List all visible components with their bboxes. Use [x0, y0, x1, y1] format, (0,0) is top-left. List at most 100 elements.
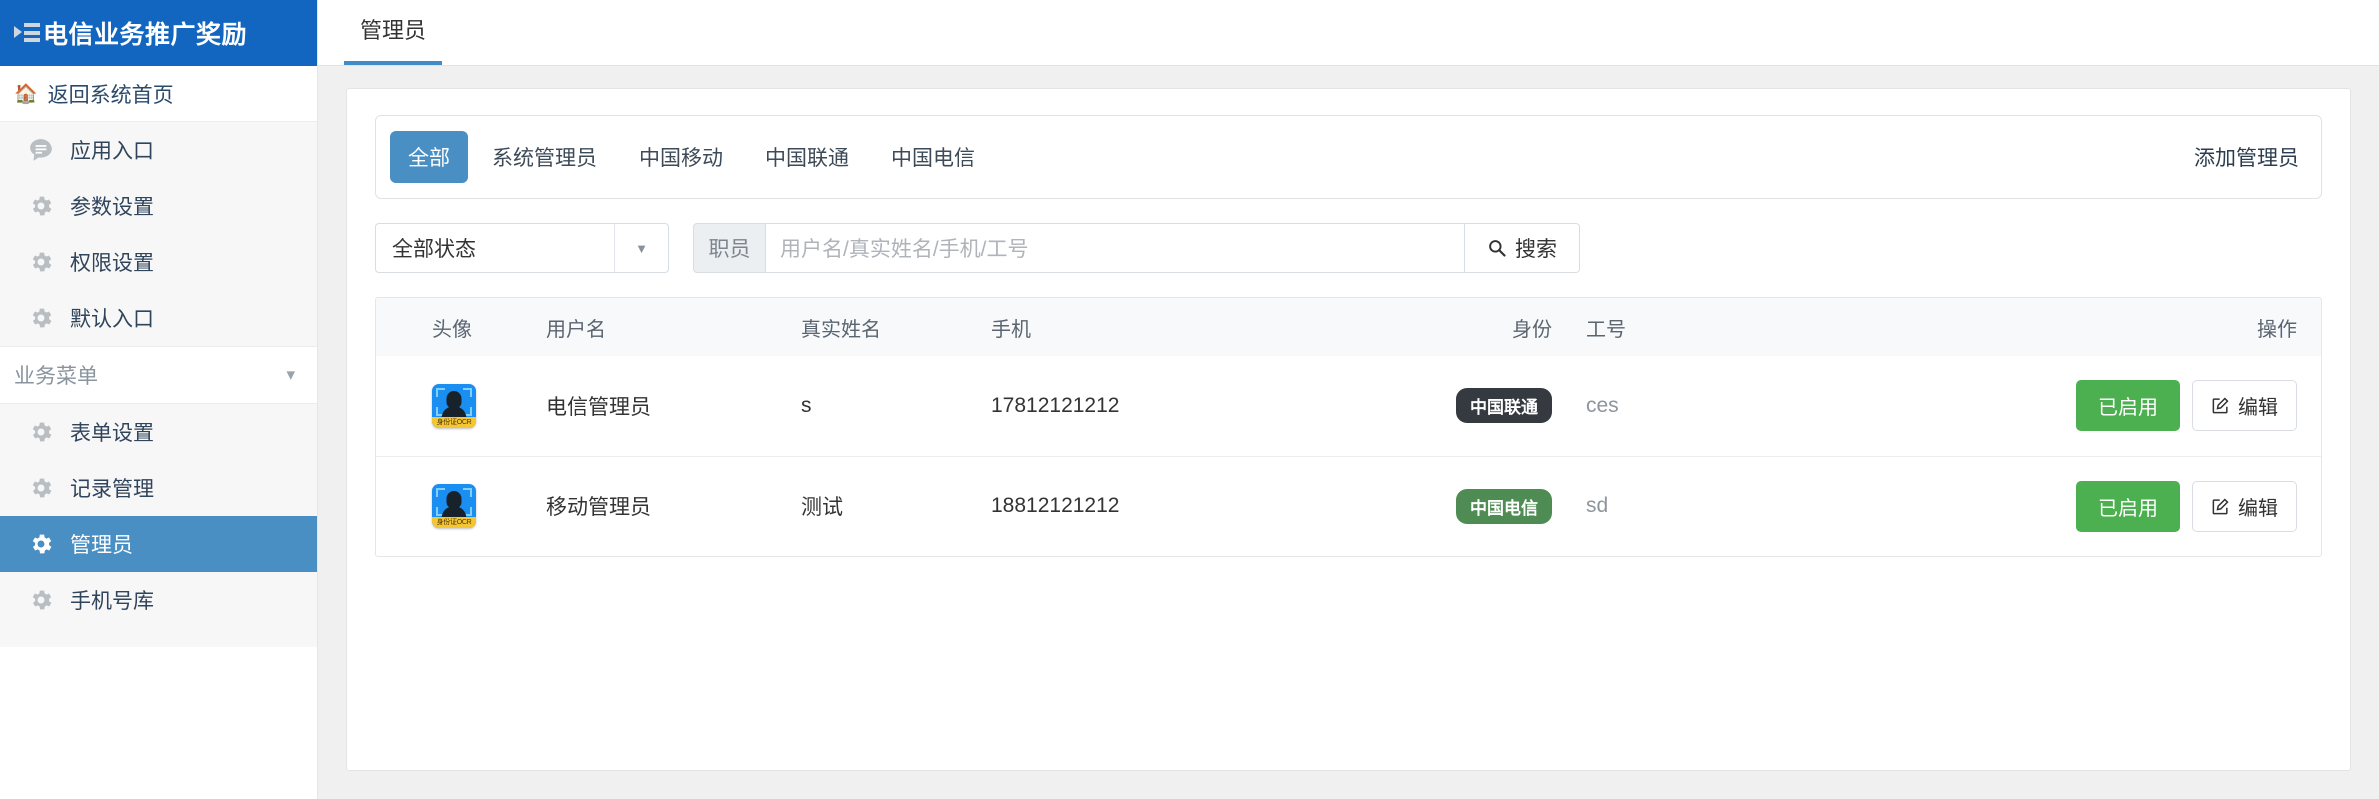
gear-icon [28, 193, 54, 219]
main-area: 管理员 全部 系统管理员 中国移动 中国联通 中国电信 添加管理员 全部状态 ▼… [318, 0, 2379, 799]
sidebar-item-label: 表单设置 [70, 422, 154, 445]
gear-icon [28, 305, 54, 331]
sidebar-filler [0, 628, 317, 647]
sidebar-item-label: 手机号库 [70, 590, 154, 613]
identity-badge: 中国电信 [1456, 488, 1552, 524]
sidebar-item-form-settings[interactable]: 表单设置 [0, 404, 317, 460]
search-button[interactable]: 搜索 [1465, 223, 1580, 273]
list-indent-icon [14, 23, 40, 43]
admin-table: 头像 用户名 真实姓名 手机 身份 工号 操作 身份证OCR 电信管理员 s 1… [375, 297, 2322, 557]
sidebar-item-label: 默认入口 [70, 308, 154, 331]
sidebar-item-permissions[interactable]: 权限设置 [0, 234, 317, 290]
filter-chip-china-unicom[interactable]: 中国联通 [747, 131, 867, 183]
sidebar-section-business-menu[interactable]: 业务菜单 ▾ [0, 346, 317, 404]
avatar-strip-label: 身份证OCR [432, 517, 476, 529]
sidebar-item-params[interactable]: 参数设置 [0, 178, 317, 234]
sidebar-nav-business: 表单设置 记录管理 管理员 手机号库 [0, 404, 317, 647]
cell-phone: 17812121212 [991, 393, 1120, 417]
search-icon [1487, 238, 1507, 258]
sidebar-item-administrators[interactable]: 管理员 [0, 516, 317, 572]
jobno-text: sd [1586, 494, 1609, 518]
cell-identity: 中国联通 [1351, 356, 1576, 456]
content-area: 全部 系统管理员 中国移动 中国联通 中国电信 添加管理员 全部状态 ▼ 职员 … [318, 66, 2379, 799]
sidebar-item-phone-library[interactable]: 手机号库 [0, 572, 317, 628]
sidebar-home-label: 返回系统首页 [47, 83, 174, 107]
filter-chip-china-mobile[interactable]: 中国移动 [621, 131, 741, 183]
col-header-identity: 身份 [1351, 298, 1576, 356]
edit-button[interactable]: 编辑 [2192, 380, 2297, 432]
jobno-text: ces [1586, 393, 1619, 417]
gear-icon [28, 419, 54, 445]
cell-jobno: ces [1576, 356, 1901, 456]
search-input-group: 职员 用户名/真实姓名/手机/工号 搜索 [693, 223, 1580, 273]
gear-icon [28, 587, 54, 613]
cell-phone: 18812121212 [981, 455, 1351, 556]
sidebar-item-label: 记录管理 [70, 478, 154, 501]
gear-icon [28, 249, 54, 275]
sidebar: 电信业务推广奖励 🏠 返回系统首页 应用入口 参数设置 权限设置 默认入口 业务… [0, 0, 318, 799]
edit-button[interactable]: 编辑 [2192, 480, 2297, 532]
sidebar-section-label: 业务菜单 [14, 365, 98, 388]
id-card-ocr-avatar-icon: 身份证OCR [432, 383, 476, 428]
cell-avatar: 身份证OCR [376, 356, 536, 456]
filter-chip-system-admin[interactable]: 系统管理员 [474, 131, 615, 183]
col-header-realname: 真实姓名 [791, 298, 981, 356]
pencil-square-icon [2211, 396, 2230, 415]
table-row: 身份证OCR 电信管理员 s 17812121212 中国联通 ces 已启用 … [376, 356, 2321, 456]
sidebar-item-default-entry[interactable]: 默认入口 [0, 290, 317, 346]
edit-button-label: 编辑 [2238, 497, 2278, 520]
cell-jobno: sd [1576, 455, 1901, 556]
filter-card: 全部 系统管理员 中国移动 中国联通 中国电信 添加管理员 [375, 115, 2322, 199]
cell-username: 电信管理员 [546, 395, 651, 419]
search-button-label: 搜索 [1515, 238, 1557, 261]
col-header-username: 用户名 [536, 298, 791, 356]
cell-username: 移动管理员 [536, 455, 791, 556]
sidebar-bottom-space [0, 647, 317, 701]
filter-chip-group: 全部 系统管理员 中国移动 中国联通 中国电信 [390, 131, 993, 183]
filter-chip-china-telecom[interactable]: 中国电信 [873, 131, 993, 183]
chevron-down-icon: ▾ [286, 365, 295, 384]
col-header-avatar: 头像 [376, 298, 536, 356]
row-actions: 已启用 编辑 [1911, 380, 2297, 432]
pencil-square-icon [2211, 497, 2230, 516]
cell-operations: 已启用 编辑 [1901, 455, 2321, 556]
gear-icon [28, 531, 54, 557]
tab-bar: 管理员 [318, 0, 2379, 66]
col-header-phone: 手机 [981, 298, 1351, 356]
sidebar-item-label: 应用入口 [70, 140, 154, 163]
brand-title: 电信业务推广奖励 [43, 21, 248, 49]
search-row: 全部状态 ▼ 职员 用户名/真实姓名/手机/工号 搜索 [375, 223, 2322, 273]
brand-header: 电信业务推广奖励 [0, 0, 317, 66]
gear-icon [28, 475, 54, 501]
home-icon: 🏠 [14, 83, 38, 105]
row-actions: 已启用 编辑 [1911, 480, 2297, 532]
sidebar-item-label: 权限设置 [70, 252, 154, 275]
edit-button-label: 编辑 [2238, 397, 2278, 420]
identity-badge: 中国联通 [1456, 388, 1552, 424]
sidebar-item-record-management[interactable]: 记录管理 [0, 460, 317, 516]
cell-identity: 中国电信 [1351, 455, 1576, 556]
col-header-jobno: 工号 [1576, 298, 1901, 356]
cell-realname: 测试 [791, 455, 981, 556]
cell-avatar: 身份证OCR [376, 455, 536, 556]
add-administrator-button[interactable]: 添加管理员 [2194, 142, 2299, 172]
sidebar-item-label: 管理员 [70, 534, 133, 557]
table-header-row: 头像 用户名 真实姓名 手机 身份 工号 操作 [376, 298, 2321, 356]
col-header-operations: 操作 [1901, 298, 2321, 356]
cell-operations: 已启用 编辑 [1901, 356, 2321, 456]
cell-realname: s [801, 393, 812, 417]
sidebar-item-app-entry[interactable]: 应用入口 [0, 122, 317, 178]
sidebar-item-label: 参数设置 [70, 196, 154, 219]
enable-status-button[interactable]: 已启用 [2076, 380, 2180, 432]
chevron-down-icon: ▼ [614, 224, 668, 272]
sidebar-item-home[interactable]: 🏠 返回系统首页 [0, 66, 317, 122]
search-input[interactable]: 用户名/真实姓名/手机/工号 [765, 223, 1465, 273]
content-panel: 全部 系统管理员 中国移动 中国联通 中国电信 添加管理员 全部状态 ▼ 职员 … [346, 88, 2351, 771]
sidebar-nav-primary: 应用入口 参数设置 权限设置 默认入口 [0, 122, 317, 346]
status-select-value: 全部状态 [392, 238, 476, 261]
tab-administrators[interactable]: 管理员 [344, 13, 443, 65]
filter-chip-all[interactable]: 全部 [390, 131, 468, 183]
avatar-strip-label: 身份证OCR [432, 416, 476, 428]
enable-status-button[interactable]: 已启用 [2076, 480, 2180, 532]
status-select[interactable]: 全部状态 ▼ [375, 223, 669, 273]
